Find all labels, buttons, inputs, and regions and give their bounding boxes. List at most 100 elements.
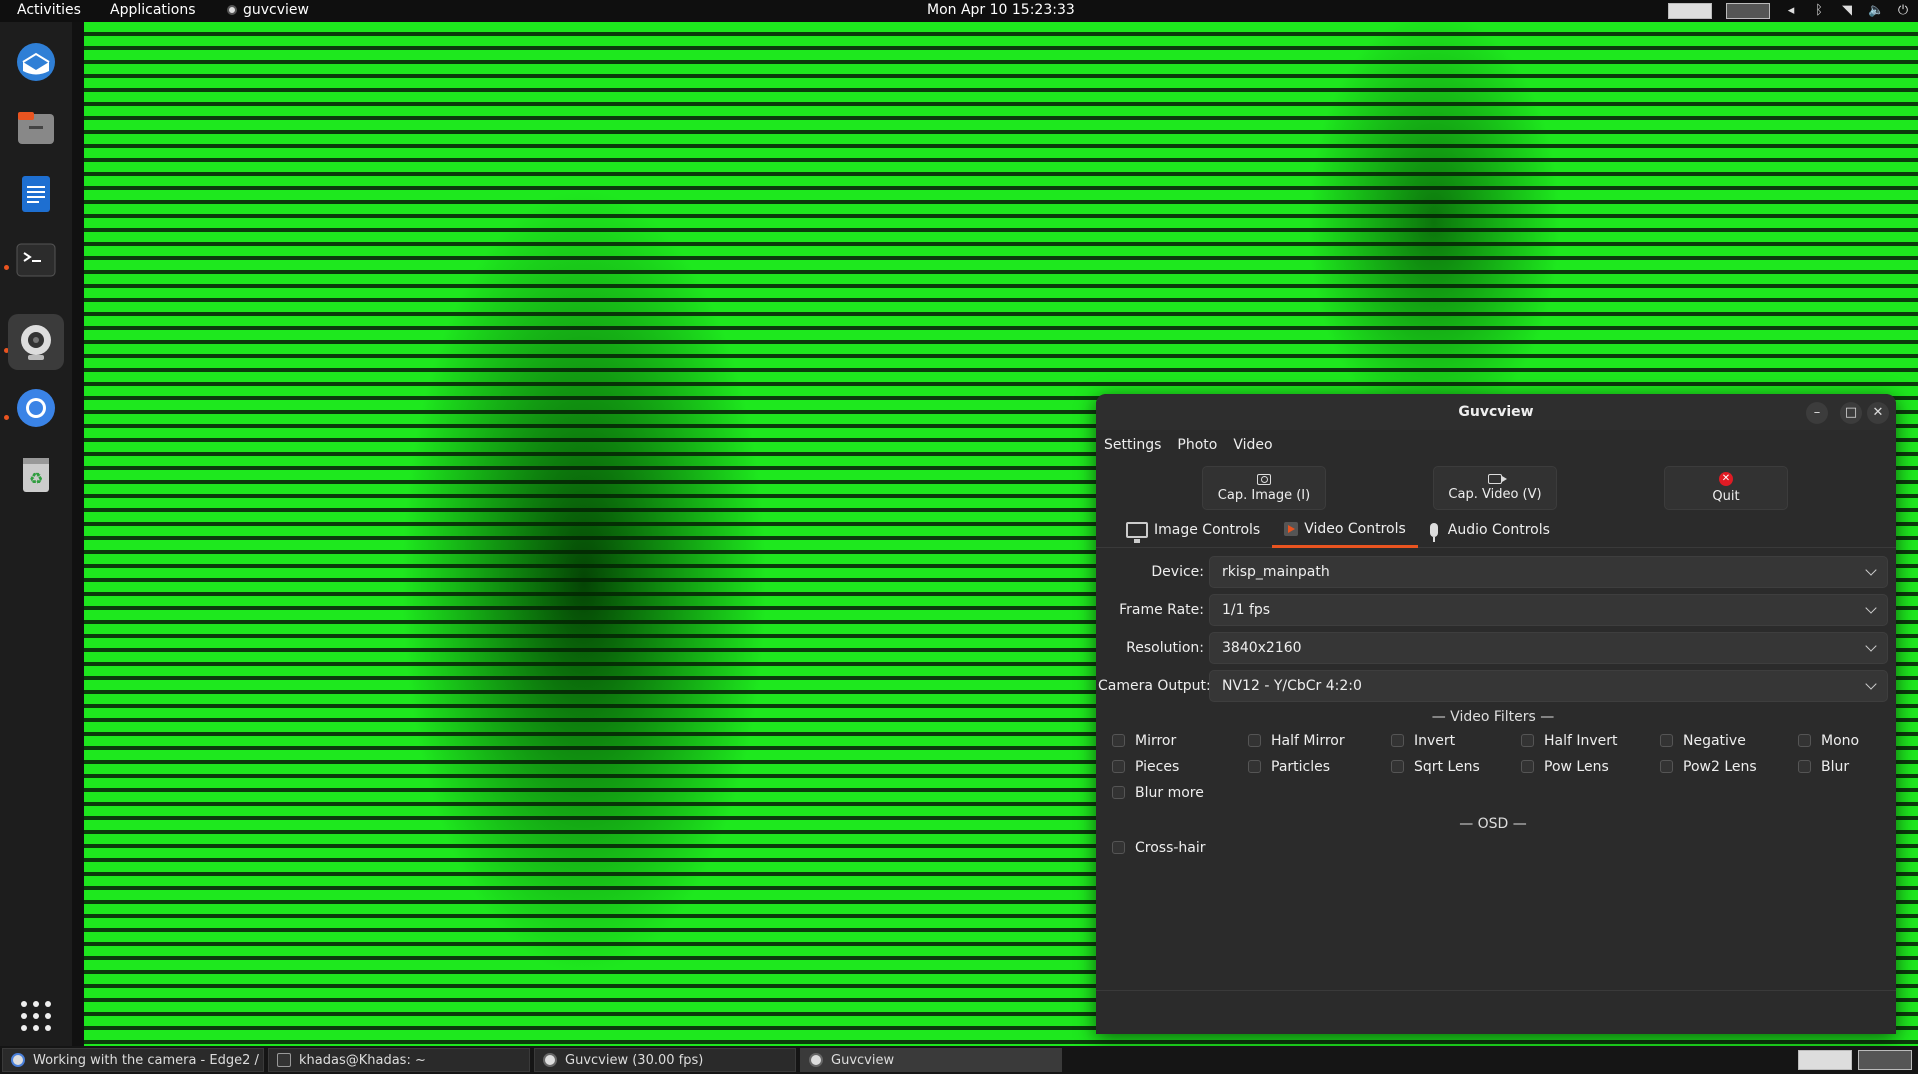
- camera-output-label: Camera Output:: [1098, 678, 1211, 694]
- checkbox-label: Blur more: [1135, 784, 1204, 801]
- checkbox-sqrt-lens[interactable]: Sqrt Lens: [1391, 757, 1521, 776]
- task-guvcview-preview[interactable]: Guvcview (30.00 fps): [534, 1048, 796, 1072]
- workspace-1[interactable]: [1798, 1050, 1852, 1070]
- task-label: Guvcview (30.00 fps): [565, 1052, 704, 1068]
- checkbox-blur-more[interactable]: Blur more: [1112, 783, 1248, 802]
- checkbox-negative[interactable]: Negative: [1660, 731, 1798, 750]
- checkbox-invert[interactable]: Invert: [1391, 731, 1521, 750]
- checkbox-box[interactable]: [1521, 760, 1534, 773]
- checkbox-box[interactable]: [1798, 734, 1811, 747]
- checkbox-box[interactable]: [1391, 760, 1404, 773]
- checkbox-mirror[interactable]: Mirror: [1112, 731, 1248, 750]
- menu-video[interactable]: Video: [1233, 437, 1272, 453]
- task-browser[interactable]: Working with the camera - Edge2 / ...: [2, 1048, 264, 1072]
- checkbox-half-invert[interactable]: Half Invert: [1521, 731, 1660, 750]
- task-label: Guvcview: [831, 1052, 895, 1068]
- title-bar[interactable]: Guvcview – □ ✕: [1096, 394, 1896, 430]
- tab-label: Image Controls: [1154, 522, 1261, 538]
- checkbox-label: Negative: [1683, 732, 1746, 749]
- task-guvcview[interactable]: Guvcview: [800, 1048, 1062, 1072]
- checkbox-half-mirror[interactable]: Half Mirror: [1248, 731, 1391, 750]
- checkbox-box[interactable]: [1248, 760, 1261, 773]
- minimize-button[interactable]: –: [1806, 402, 1828, 424]
- window-title: Guvcview: [1458, 404, 1534, 420]
- checkbox-box[interactable]: [1391, 734, 1404, 747]
- framerate-label: Frame Rate:: [1119, 602, 1204, 618]
- checkbox-box[interactable]: [1660, 734, 1673, 747]
- checkbox-pow2-lens[interactable]: Pow2 Lens: [1660, 757, 1798, 776]
- tab-audio-controls[interactable]: Audio Controls: [1418, 512, 1562, 548]
- checkbox-label: Cross-hair: [1135, 839, 1206, 856]
- resolution-value: 3840x2160: [1222, 640, 1302, 656]
- checkbox-box[interactable]: [1112, 760, 1125, 773]
- workspace-1[interactable]: [1668, 3, 1712, 19]
- capture-image-button[interactable]: Cap. Image (I): [1202, 466, 1326, 510]
- workspace-2[interactable]: [1726, 3, 1770, 19]
- checkbox-box[interactable]: [1112, 786, 1125, 799]
- chromium-icon[interactable]: [8, 380, 64, 436]
- checkbox-label: Half Invert: [1544, 732, 1618, 749]
- checkbox-pow-lens[interactable]: Pow Lens: [1521, 757, 1660, 776]
- writer-icon[interactable]: [8, 166, 64, 222]
- power-icon[interactable]: ⏻: [1896, 4, 1910, 18]
- checkbox-label: Mirror: [1135, 732, 1177, 749]
- checkbox-label: Sqrt Lens: [1414, 758, 1480, 775]
- checkbox-box[interactable]: [1521, 734, 1534, 747]
- webcam-icon[interactable]: [8, 314, 64, 370]
- checkbox-box[interactable]: [1112, 841, 1125, 854]
- checkbox-mono[interactable]: Mono: [1798, 731, 1896, 750]
- camera-output-select[interactable]: NV12 - Y/CbCr 4:2:0: [1209, 670, 1888, 702]
- play-icon: [1284, 521, 1299, 536]
- app-grid-icon[interactable]: [8, 988, 64, 1044]
- task-terminal[interactable]: khadas@Khadas: ~: [268, 1048, 530, 1072]
- checkbox-label: Invert: [1414, 732, 1456, 749]
- clock[interactable]: Mon Apr 10 15:23:33: [927, 2, 1075, 18]
- checkbox-box[interactable]: [1660, 760, 1673, 773]
- checkbox-blur[interactable]: Blur: [1798, 757, 1896, 776]
- video-filters: Mirror Half Mirror Invert Half Invert Negati…: [1098, 731, 1888, 802]
- device-select[interactable]: rkisp_mainpath: [1209, 556, 1888, 588]
- checkbox-pieces[interactable]: Pieces: [1112, 757, 1248, 776]
- quit-button[interactable]: ✕ Quit: [1664, 466, 1788, 510]
- activities-button[interactable]: Activities: [17, 2, 81, 18]
- framerate-select[interactable]: 1/1 fps: [1209, 594, 1888, 626]
- tab-video-controls[interactable]: Video Controls: [1272, 512, 1418, 548]
- menu-photo[interactable]: Photo: [1177, 437, 1217, 453]
- close-button[interactable]: ✕: [1867, 402, 1889, 424]
- capture-video-button[interactable]: Cap. Video (V): [1433, 466, 1557, 510]
- dock: ♻: [0, 22, 72, 1046]
- tab-label: Video Controls: [1304, 520, 1406, 537]
- chromium-icon: [11, 1053, 25, 1067]
- resolution-select[interactable]: 3840x2160: [1209, 632, 1888, 664]
- workspace-2[interactable]: [1858, 1050, 1912, 1070]
- top-bar: Activities Applications guvcview Mon Apr…: [0, 0, 1918, 22]
- checkbox-box[interactable]: [1112, 734, 1125, 747]
- microphone-icon: [1429, 523, 1438, 542]
- menu-settings[interactable]: Settings: [1104, 437, 1161, 453]
- tab-image-controls[interactable]: Image Controls: [1114, 512, 1272, 548]
- workspace-switcher: [1798, 1050, 1912, 1070]
- volume-icon[interactable]: 🔈: [1868, 4, 1884, 18]
- chevron-down-icon: [1865, 602, 1877, 614]
- thunderbird-icon[interactable]: [8, 34, 64, 90]
- maximize-button[interactable]: □: [1840, 402, 1862, 424]
- checkbox-cross-hair[interactable]: Cross-hair: [1112, 838, 1888, 857]
- media-icon[interactable]: ◂: [1784, 4, 1798, 18]
- wifi-icon[interactable]: ◥: [1840, 4, 1854, 18]
- checkbox-label: Half Mirror: [1271, 732, 1345, 749]
- device-label: Device:: [1151, 564, 1204, 580]
- app-menu[interactable]: guvcview: [227, 2, 309, 18]
- monitor-icon: [1126, 522, 1148, 543]
- checkbox-box[interactable]: [1798, 760, 1811, 773]
- chevron-down-icon: [1865, 640, 1877, 652]
- checkbox-box[interactable]: [1248, 734, 1261, 747]
- terminal-icon[interactable]: [8, 232, 64, 288]
- trash-icon[interactable]: ♻: [8, 446, 64, 502]
- checkbox-particles[interactable]: Particles: [1248, 757, 1391, 776]
- bluetooth-icon[interactable]: ᛒ: [1812, 4, 1826, 18]
- applications-menu[interactable]: Applications: [110, 2, 196, 18]
- osd-options: Cross-hair: [1098, 838, 1888, 857]
- capture-image-label: Cap. Image (I): [1217, 487, 1311, 503]
- framerate-value: 1/1 fps: [1222, 602, 1271, 618]
- files-icon[interactable]: [8, 100, 64, 156]
